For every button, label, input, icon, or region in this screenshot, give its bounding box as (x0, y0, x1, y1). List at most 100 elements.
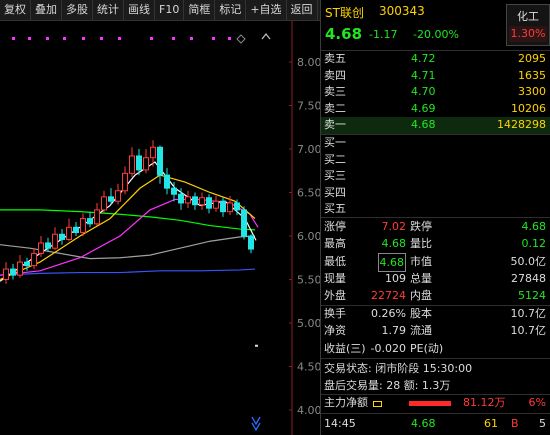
bid-row-2[interactable]: 买二 (321, 152, 550, 169)
overlay-button[interactable]: 叠加 (31, 0, 62, 20)
candle[interactable] (94, 209, 100, 225)
event-marker[interactable] (190, 37, 193, 40)
tick-time: 14:45 (324, 417, 356, 430)
ask-row-1[interactable]: 卖一 4.68 1428298 (321, 117, 550, 134)
candle[interactable] (199, 197, 205, 206)
last-price: 4.68 (325, 25, 363, 43)
event-marker[interactable] (12, 37, 15, 40)
candle[interactable] (17, 261, 23, 276)
candle[interactable] (38, 242, 44, 254)
event-marker[interactable] (118, 37, 121, 40)
candle[interactable] (108, 196, 114, 202)
candle[interactable] (157, 146, 163, 176)
candle[interactable] (213, 200, 219, 209)
event-marker[interactable] (28, 37, 31, 40)
event-marker[interactable] (172, 37, 175, 40)
event-marker[interactable] (150, 37, 153, 40)
candle[interactable] (234, 202, 240, 211)
back-button[interactable]: 返回 (287, 0, 318, 20)
turnover-value: 0.26% (371, 307, 406, 320)
divider (321, 413, 550, 414)
event-marker[interactable] (46, 37, 49, 40)
event-marker[interactable] (212, 37, 215, 40)
inner-disc-label: 内盘 (410, 289, 432, 303)
event-marker[interactable] (228, 37, 231, 40)
bid-row-3[interactable]: 买三 (321, 168, 550, 185)
chevron-up-icon[interactable] (261, 32, 271, 40)
ma30-line (0, 209, 256, 231)
sector-indicator[interactable]: 化工 1.30% (506, 4, 550, 46)
restore-rights-button[interactable]: 复权 (0, 0, 31, 20)
event-marker[interactable] (63, 37, 66, 40)
candle[interactable] (178, 193, 184, 204)
ask-row-2[interactable]: 卖二 4.69 10206 (321, 101, 550, 118)
candle[interactable] (101, 196, 107, 211)
candlestick-chart[interactable]: 8.00 7.50 7.00 6.50 6.00 5.50 5.00 4.50 4.00 (0, 21, 320, 435)
float-shares-label: 流通 (410, 324, 432, 338)
candle[interactable] (150, 146, 156, 159)
candle[interactable] (241, 209, 247, 237)
checkbox-icon[interactable] (373, 401, 382, 407)
draw-line-button[interactable]: 画线 (124, 0, 155, 20)
candle[interactable] (185, 196, 191, 204)
candle[interactable] (122, 172, 128, 192)
chart-toolbar: 复权 叠加 多股 统计 画线 F10 简框 标记 +自选 返回 (0, 0, 320, 21)
candle[interactable] (59, 233, 65, 240)
ask-price: 4.72 (411, 52, 436, 65)
statistics-button[interactable]: 统计 (93, 0, 124, 20)
capital-flow-row[interactable]: 主力净额 81.12万 6% (321, 394, 550, 412)
tick-side: B (511, 417, 519, 430)
candle[interactable] (45, 242, 51, 249)
price-change: -1.17 (369, 28, 398, 41)
multi-stock-button[interactable]: 多股 (62, 0, 93, 20)
chevron-down-icon[interactable] (251, 416, 261, 426)
bid-row-5[interactable]: 买五 (321, 201, 550, 218)
candle[interactable] (220, 200, 226, 213)
candle[interactable] (115, 190, 121, 202)
candle[interactable] (227, 202, 233, 213)
price-tick-label: 5.50 (297, 274, 320, 287)
candle[interactable] (73, 226, 79, 234)
candle[interactable] (10, 268, 16, 276)
low-label: 最低 (324, 254, 346, 268)
tick-row[interactable]: 14:45 4.68 61 B 5 (321, 415, 550, 433)
simple-frame-button[interactable]: 简框 (184, 0, 216, 20)
candle[interactable] (31, 252, 37, 267)
price-tick-label: 5.00 (297, 317, 320, 330)
eps-value: -0.020 (370, 341, 406, 355)
price-marker (255, 344, 258, 347)
mark-button[interactable]: 标记 (215, 0, 247, 20)
ask-row-4[interactable]: 卖四 4.71 1635 (321, 68, 550, 85)
candle[interactable] (143, 157, 149, 171)
event-marker[interactable] (82, 37, 85, 40)
event-marker[interactable] (100, 37, 103, 40)
candle[interactable] (66, 226, 72, 240)
outer-disc-label: 外盘 (324, 289, 346, 303)
candle[interactable] (164, 174, 170, 189)
turnover-label: 换手 (324, 307, 346, 320)
diamond-icon[interactable] (236, 34, 246, 44)
stock-code: 300343 (379, 4, 425, 18)
candle[interactable] (80, 218, 86, 234)
candle[interactable] (171, 187, 177, 195)
ask-row-3[interactable]: 卖三 4.70 3300 (321, 84, 550, 101)
f10-button[interactable]: F10 (155, 0, 185, 20)
candle[interactable] (136, 155, 142, 171)
bid-row-4[interactable]: 买四 (321, 185, 550, 202)
candle[interactable] (192, 196, 198, 206)
candle[interactable] (87, 218, 93, 225)
capital-flow-bar (409, 401, 451, 406)
limit-up-value: 7.02 (381, 220, 407, 233)
candle[interactable] (24, 261, 30, 267)
candle[interactable] (3, 268, 9, 280)
stats-row-nav: 净资 1.79 流通 10.7亿 (321, 322, 550, 339)
candle[interactable] (52, 233, 58, 249)
candle[interactable] (206, 197, 212, 209)
candle[interactable] (248, 235, 254, 250)
add-watchlist-button[interactable]: +自选 (246, 0, 287, 20)
tick-price: 4.68 (411, 417, 436, 430)
bid-row-1[interactable]: 买一 (321, 135, 550, 152)
ask-row-5[interactable]: 卖五 4.72 2095 (321, 51, 550, 68)
price-tick-label: 7.50 (297, 100, 320, 113)
candle[interactable] (129, 155, 135, 174)
